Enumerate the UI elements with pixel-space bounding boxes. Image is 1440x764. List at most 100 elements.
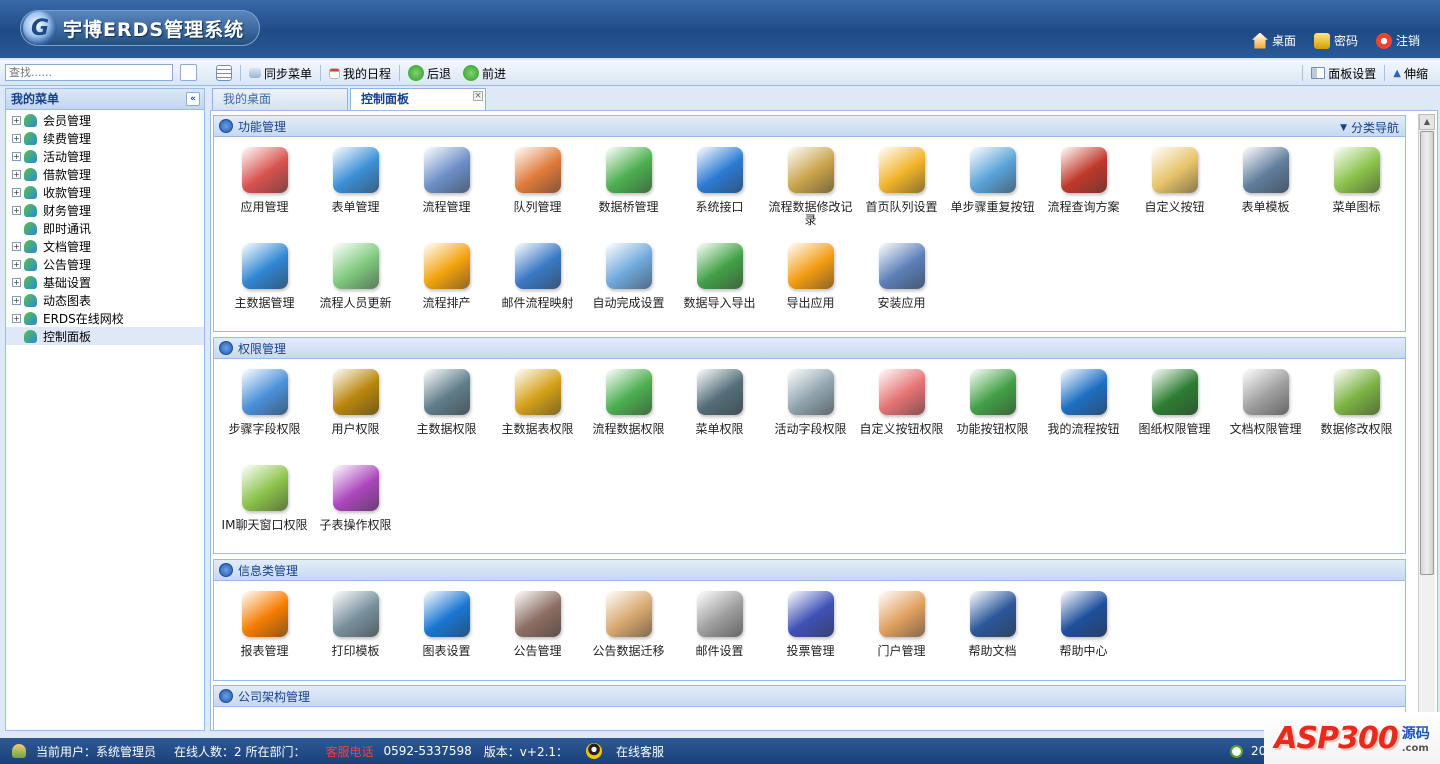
panel-tile[interactable]: 帮助文档	[947, 589, 1038, 685]
expand-icon[interactable]: +	[12, 295, 21, 305]
panel-tile[interactable]: 流程数据修改记录	[765, 145, 856, 241]
panel-header[interactable]: 功能管理 ▼ 分类导航	[214, 116, 1405, 137]
panel-tile[interactable]: 数据导入导出	[674, 241, 765, 337]
panel-tile[interactable]: 主数据表权限	[492, 367, 583, 463]
panel-tile[interactable]: 菜单权限	[674, 367, 765, 463]
sidebar-item[interactable]: + 续费管理	[6, 129, 204, 147]
panel-tile[interactable]: 表单管理	[310, 145, 401, 241]
panel-tile[interactable]: 数据桥管理	[583, 145, 674, 241]
expand-icon[interactable]: +	[12, 187, 21, 197]
panel-tile[interactable]: 导出应用	[765, 241, 856, 337]
panel-toggle-icon[interactable]	[219, 689, 233, 703]
expand-icon[interactable]: +	[12, 259, 21, 269]
panel-tile[interactable]: 邮件设置	[674, 589, 765, 685]
panel-tile[interactable]: 流程人员更新	[310, 241, 401, 337]
close-icon[interactable]: ×	[473, 91, 483, 101]
category-nav-dropdown[interactable]: ▼ 分类导航	[1340, 119, 1399, 136]
expand-icon[interactable]: +	[12, 151, 21, 161]
back-button[interactable]: 后退	[402, 62, 457, 84]
panel-tile[interactable]: 子表操作权限	[310, 463, 401, 559]
forward-button[interactable]: 前进	[457, 62, 512, 84]
sidebar-item[interactable]: + 公告管理	[6, 255, 204, 273]
sidebar-item[interactable]: + 会员管理	[6, 111, 204, 129]
panel-tile[interactable]: 打印模板	[310, 589, 401, 685]
my-schedule-button[interactable]: 我的日程	[323, 62, 397, 84]
panel-tile[interactable]: 我的流程按钮	[1038, 367, 1129, 463]
panel-tile[interactable]: 菜单图标	[1311, 145, 1402, 241]
search-button[interactable]	[180, 64, 197, 81]
panel-tile[interactable]: 应用管理	[219, 145, 310, 241]
password-link[interactable]: 密码	[1313, 32, 1358, 49]
sidebar-item[interactable]: + 文档管理	[6, 237, 204, 255]
panel-header[interactable]: 公司架构管理	[214, 686, 1405, 707]
panel-tile[interactable]: 投票管理	[765, 589, 856, 685]
sidebar-collapse-button[interactable]: «	[186, 92, 200, 106]
panel-tile[interactable]: 安装应用	[856, 241, 947, 337]
sidebar-item[interactable]: + 活动管理	[6, 147, 204, 165]
panel-tile[interactable]: 公告管理	[492, 589, 583, 685]
panel-toggle-icon[interactable]	[219, 563, 233, 577]
panel-tile[interactable]: 自动完成设置	[583, 241, 674, 337]
panel-tile[interactable]: 活动字段权限	[765, 367, 856, 463]
logout-link[interactable]: 注销	[1375, 32, 1420, 49]
panel-tile[interactable]: 报表管理	[219, 589, 310, 685]
tab-control-panel[interactable]: 控制面板 ×	[350, 88, 486, 110]
scroll-up-icon[interactable]: ▲	[1419, 114, 1435, 130]
online-service-link[interactable]: 在线客服	[586, 743, 664, 760]
panel-tile[interactable]: 自定义按钮权限	[856, 367, 947, 463]
expand-icon[interactable]: +	[12, 241, 21, 251]
panel-tile[interactable]: 自定义按钮	[1129, 145, 1220, 241]
panel-toggle-icon[interactable]	[219, 119, 233, 133]
scroll-thumb[interactable]	[1420, 131, 1434, 575]
sidebar-item[interactable]: 即时通讯	[6, 219, 204, 237]
panel-tile[interactable]: 数据修改权限	[1311, 367, 1402, 463]
menu-folder-icon	[24, 221, 37, 235]
panel-header[interactable]: 权限管理	[214, 338, 1405, 359]
panel-tile[interactable]: 系统接口	[674, 145, 765, 241]
expand-icon[interactable]: +	[12, 115, 21, 125]
tab-my-desktop[interactable]: 我的桌面	[212, 88, 348, 110]
sidebar-item[interactable]: + 动态图表	[6, 291, 204, 309]
panel-tile[interactable]: 流程管理	[401, 145, 492, 241]
panel-tile[interactable]: 流程查询方案	[1038, 145, 1129, 241]
panel-tile[interactable]: 步骤字段权限	[219, 367, 310, 463]
panel-tile[interactable]: 帮助中心	[1038, 589, 1129, 685]
panel-tile[interactable]: 文档权限管理	[1220, 367, 1311, 463]
panel-tile[interactable]: 流程数据权限	[583, 367, 674, 463]
sidebar-item[interactable]: + 借款管理	[6, 165, 204, 183]
panel-tile[interactable]: 图纸权限管理	[1129, 367, 1220, 463]
sidebar-item[interactable]: + 财务管理	[6, 201, 204, 219]
sync-menu-button[interactable]: 同步菜单	[243, 62, 318, 84]
collapse-toggle-button[interactable]: ▲ 伸缩	[1387, 62, 1434, 84]
panel-toggle-icon[interactable]	[219, 341, 233, 355]
expand-icon[interactable]: +	[12, 205, 21, 215]
panel-tile[interactable]: 图表设置	[401, 589, 492, 685]
sidebar-item[interactable]: + 收款管理	[6, 183, 204, 201]
panel-tile[interactable]: IM聊天窗口权限	[219, 463, 310, 559]
panel-tile[interactable]: 门户管理	[856, 589, 947, 685]
panel-tile[interactable]: 流程排产	[401, 241, 492, 337]
sidebar-item[interactable]: + 基础设置	[6, 273, 204, 291]
expand-icon[interactable]: +	[12, 133, 21, 143]
content-scrollbar[interactable]: ▲	[1418, 114, 1435, 731]
panel-tile[interactable]: 队列管理	[492, 145, 583, 241]
desktop-link[interactable]: 桌面	[1251, 32, 1296, 49]
expand-icon[interactable]: +	[12, 277, 21, 287]
panel-header[interactable]: 信息类管理	[214, 560, 1405, 581]
panel-tile[interactable]: 首页队列设置	[856, 145, 947, 241]
panel-tile[interactable]: 功能按钮权限	[947, 367, 1038, 463]
sidebar-item[interactable]: 控制面板	[6, 327, 204, 345]
expand-icon[interactable]: +	[12, 169, 21, 179]
panel-tile[interactable]: 单步骤重复按钮	[947, 145, 1038, 241]
sidebar-item[interactable]: + ERDS在线网校	[6, 309, 204, 327]
panel-tile[interactable]: 邮件流程映射	[492, 241, 583, 337]
expand-icon[interactable]: +	[12, 313, 21, 323]
panel-tile[interactable]: 主数据权限	[401, 367, 492, 463]
panel-tile[interactable]: 表单模板	[1220, 145, 1311, 241]
search-input[interactable]	[5, 64, 173, 81]
panel-tile[interactable]: 用户权限	[310, 367, 401, 463]
list-view-button[interactable]	[210, 62, 238, 84]
panel-tile[interactable]: 公告数据迁移	[583, 589, 674, 685]
panel-tile[interactable]: 主数据管理	[219, 241, 310, 337]
panel-settings-button[interactable]: 面板设置	[1305, 62, 1382, 84]
